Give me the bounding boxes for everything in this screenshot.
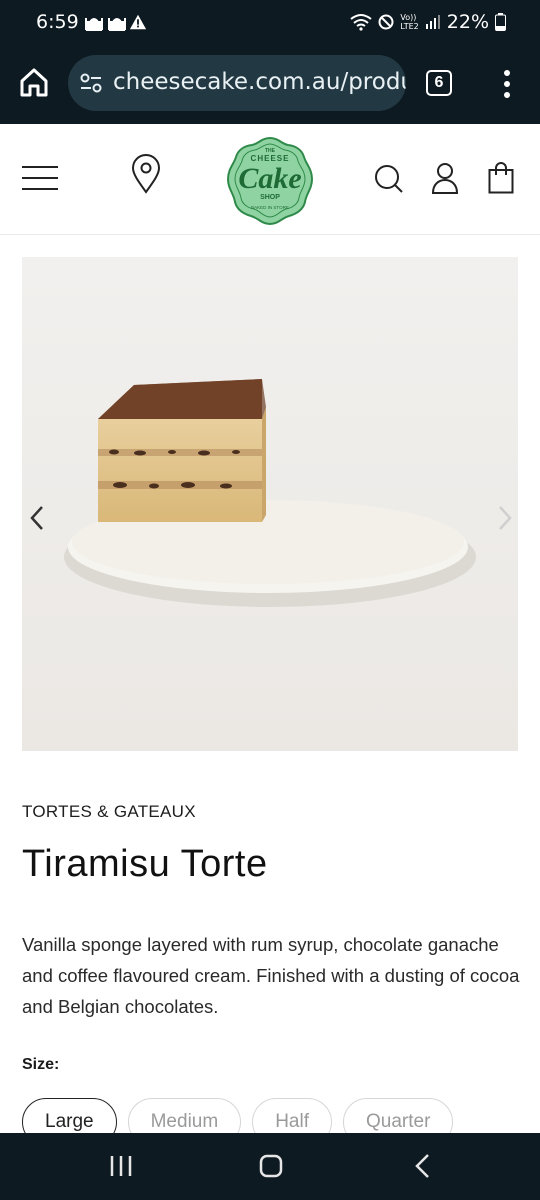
site-header: THE CHEESE Cake SHOP BAKED IN STORE [0, 124, 540, 235]
menu-icon[interactable] [22, 165, 58, 191]
account-icon[interactable] [431, 162, 459, 194]
wifi-icon [350, 14, 372, 31]
size-label: Size: [22, 1056, 60, 1073]
browser-toolbar: cheesecake.com.au/products/tiramisu-tort… [0, 44, 540, 124]
logo-cake: Cake [238, 162, 301, 195]
signal-icon [425, 15, 440, 29]
recent-apps-icon[interactable] [106, 1151, 136, 1181]
more-options-icon[interactable] [498, 68, 516, 100]
status-bar: 6:59 Vo)) LTE2 22% [0, 0, 540, 44]
tab-switcher-button[interactable]: 6 [426, 70, 452, 96]
do-not-disturb-icon [378, 14, 394, 30]
network-type: Vo)) LTE2 [400, 13, 418, 31]
logo-shop: SHOP [260, 194, 280, 201]
volte-label: Vo)) [400, 13, 417, 22]
battery-percent: 22% [446, 11, 489, 33]
product-photo [22, 257, 518, 751]
product-category: TORTES & GATEAUX [22, 802, 196, 821]
back-icon[interactable] [408, 1151, 438, 1181]
address-bar[interactable]: cheesecake.com.au/products/tiramisu-tort… [68, 55, 406, 111]
shopping-bag-icon[interactable] [488, 162, 514, 194]
android-nav-bar [0, 1133, 540, 1200]
battery-icon [495, 13, 506, 31]
mosque-notification-icon-2 [108, 18, 126, 31]
status-time: 6:59 [36, 11, 79, 33]
url-text: cheesecake.com.au/products/tiramisu-tort… [113, 69, 406, 95]
site-logo[interactable]: THE CHEESE Cake SHOP BAKED IN STORE [226, 136, 314, 226]
mosque-notification-icon [85, 18, 103, 31]
warning-icon [129, 14, 147, 30]
search-icon[interactable] [374, 164, 404, 194]
lte-label: LTE2 [400, 22, 419, 31]
product-title: Tiramisu Torte [22, 843, 268, 885]
home-icon[interactable] [256, 1151, 286, 1181]
home-icon[interactable] [16, 64, 52, 100]
screen: 6:59 Vo)) LTE2 22% cheesecake.com.au/pro… [0, 0, 540, 1200]
site-settings-icon[interactable] [80, 72, 102, 94]
product-image-carousel[interactable] [22, 257, 518, 751]
location-pin-icon[interactable] [130, 154, 162, 194]
status-right: Vo)) LTE2 22% [350, 11, 506, 33]
logo-bottom-text: BAKED IN STORE [251, 205, 289, 210]
product-description: Vanilla sponge layered with rum syrup, c… [22, 934, 520, 1017]
